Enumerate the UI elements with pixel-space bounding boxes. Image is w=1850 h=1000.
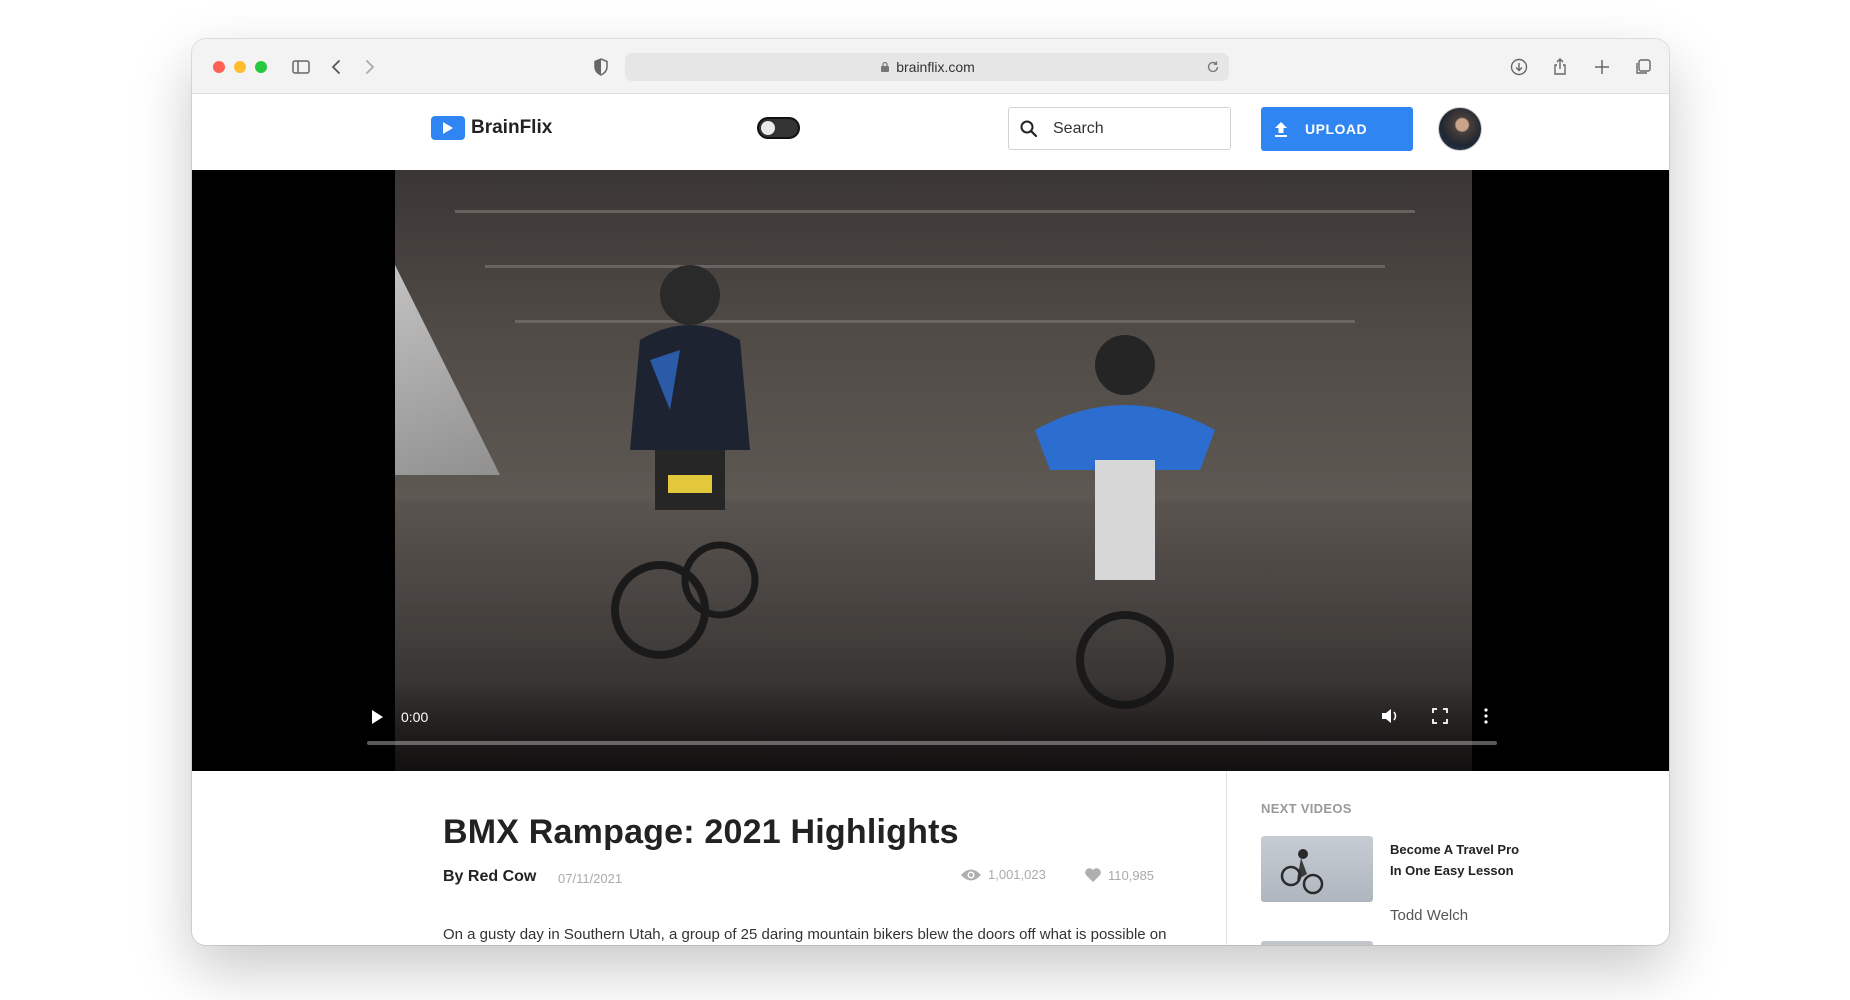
sidebar-toggle-icon[interactable] xyxy=(290,56,312,78)
current-time: 0:00 xyxy=(401,709,429,725)
address-bar[interactable]: brainflix.com xyxy=(625,53,1229,81)
browser-window: brainflix.com BrainFlix Search UPLOAD 0:… xyxy=(192,39,1669,945)
video-author[interactable]: By Red Cow xyxy=(443,868,536,886)
bmx-jump-thumbnail-icon xyxy=(1280,849,1324,895)
site-header: BrainFlix UPLOAD xyxy=(192,95,1669,170)
video-date: 07/11/2021 xyxy=(558,871,623,886)
fullscreen-icon[interactable] xyxy=(1432,708,1448,724)
user-avatar[interactable] xyxy=(1438,107,1482,151)
back-icon[interactable] xyxy=(326,56,348,78)
share-icon[interactable] xyxy=(1549,56,1571,78)
url-text: brainflix.com xyxy=(896,59,975,75)
content-divider xyxy=(1226,771,1227,945)
rider-right-figure xyxy=(1035,335,1215,709)
tab-overview-icon[interactable] xyxy=(1632,56,1654,78)
views-icon xyxy=(961,869,981,880)
search-icon xyxy=(1020,120,1038,137)
likes-count: 110,985 xyxy=(1108,867,1155,883)
next-video-thumbnail[interactable] xyxy=(1261,836,1373,902)
video-player[interactable]: 0:00 xyxy=(192,170,1669,771)
reload-icon[interactable] xyxy=(1205,59,1221,75)
video-title: BMX Rampage: 2021 Highlights xyxy=(443,813,959,851)
privacy-shield-icon[interactable] xyxy=(590,56,612,78)
minimize-window-button[interactable] xyxy=(234,61,246,73)
player-controls xyxy=(192,681,1669,771)
close-window-button[interactable] xyxy=(213,61,225,73)
volume-icon[interactable] xyxy=(1380,707,1400,725)
upload-icon xyxy=(1275,122,1287,137)
browser-toolbar: brainflix.com xyxy=(192,39,1669,94)
upload-button[interactable]: UPLOAD xyxy=(1261,107,1413,151)
search-box[interactable] xyxy=(1008,107,1231,150)
download-icon[interactable] xyxy=(1508,56,1530,78)
next-video-thumbnail[interactable] xyxy=(1261,941,1373,945)
toggle-knob xyxy=(761,121,775,135)
play-logo-icon xyxy=(431,116,465,140)
brand-logo[interactable]: BrainFlix xyxy=(431,116,552,140)
rider-left-figure xyxy=(611,265,759,659)
brand-name: BrainFlix xyxy=(471,117,553,138)
play-icon[interactable] xyxy=(370,709,384,725)
zoom-window-button[interactable] xyxy=(255,61,267,73)
heart-icon xyxy=(1085,868,1101,882)
views-count: 1,001,023 xyxy=(988,867,1046,882)
video-details: BMX Rampage: 2021 Highlights By Red Cow … xyxy=(192,771,1669,945)
lock-icon xyxy=(881,61,890,72)
theme-toggle[interactable] xyxy=(757,117,800,139)
more-options-icon[interactable] xyxy=(1483,707,1489,725)
upload-label: UPLOAD xyxy=(1305,121,1368,137)
video-ceiling xyxy=(395,170,1472,500)
forward-icon[interactable] xyxy=(358,56,380,78)
views-stat: 1,001,023 xyxy=(960,867,1046,882)
video-beam xyxy=(455,210,1415,213)
search-input[interactable] xyxy=(1053,119,1213,138)
progress-bar[interactable] xyxy=(367,741,1497,745)
next-video-channel: Todd Welch xyxy=(1390,907,1469,924)
video-description: On a gusty day in Southern Utah, a group… xyxy=(443,926,1167,943)
new-tab-icon[interactable] xyxy=(1591,56,1613,78)
next-videos-heading: NEXT VIDEOS xyxy=(1261,801,1352,816)
likes-stat[interactable]: 110,985 xyxy=(1084,867,1154,883)
next-video-title[interactable]: Become A Travel Pro In One Easy Lesson xyxy=(1390,839,1520,881)
